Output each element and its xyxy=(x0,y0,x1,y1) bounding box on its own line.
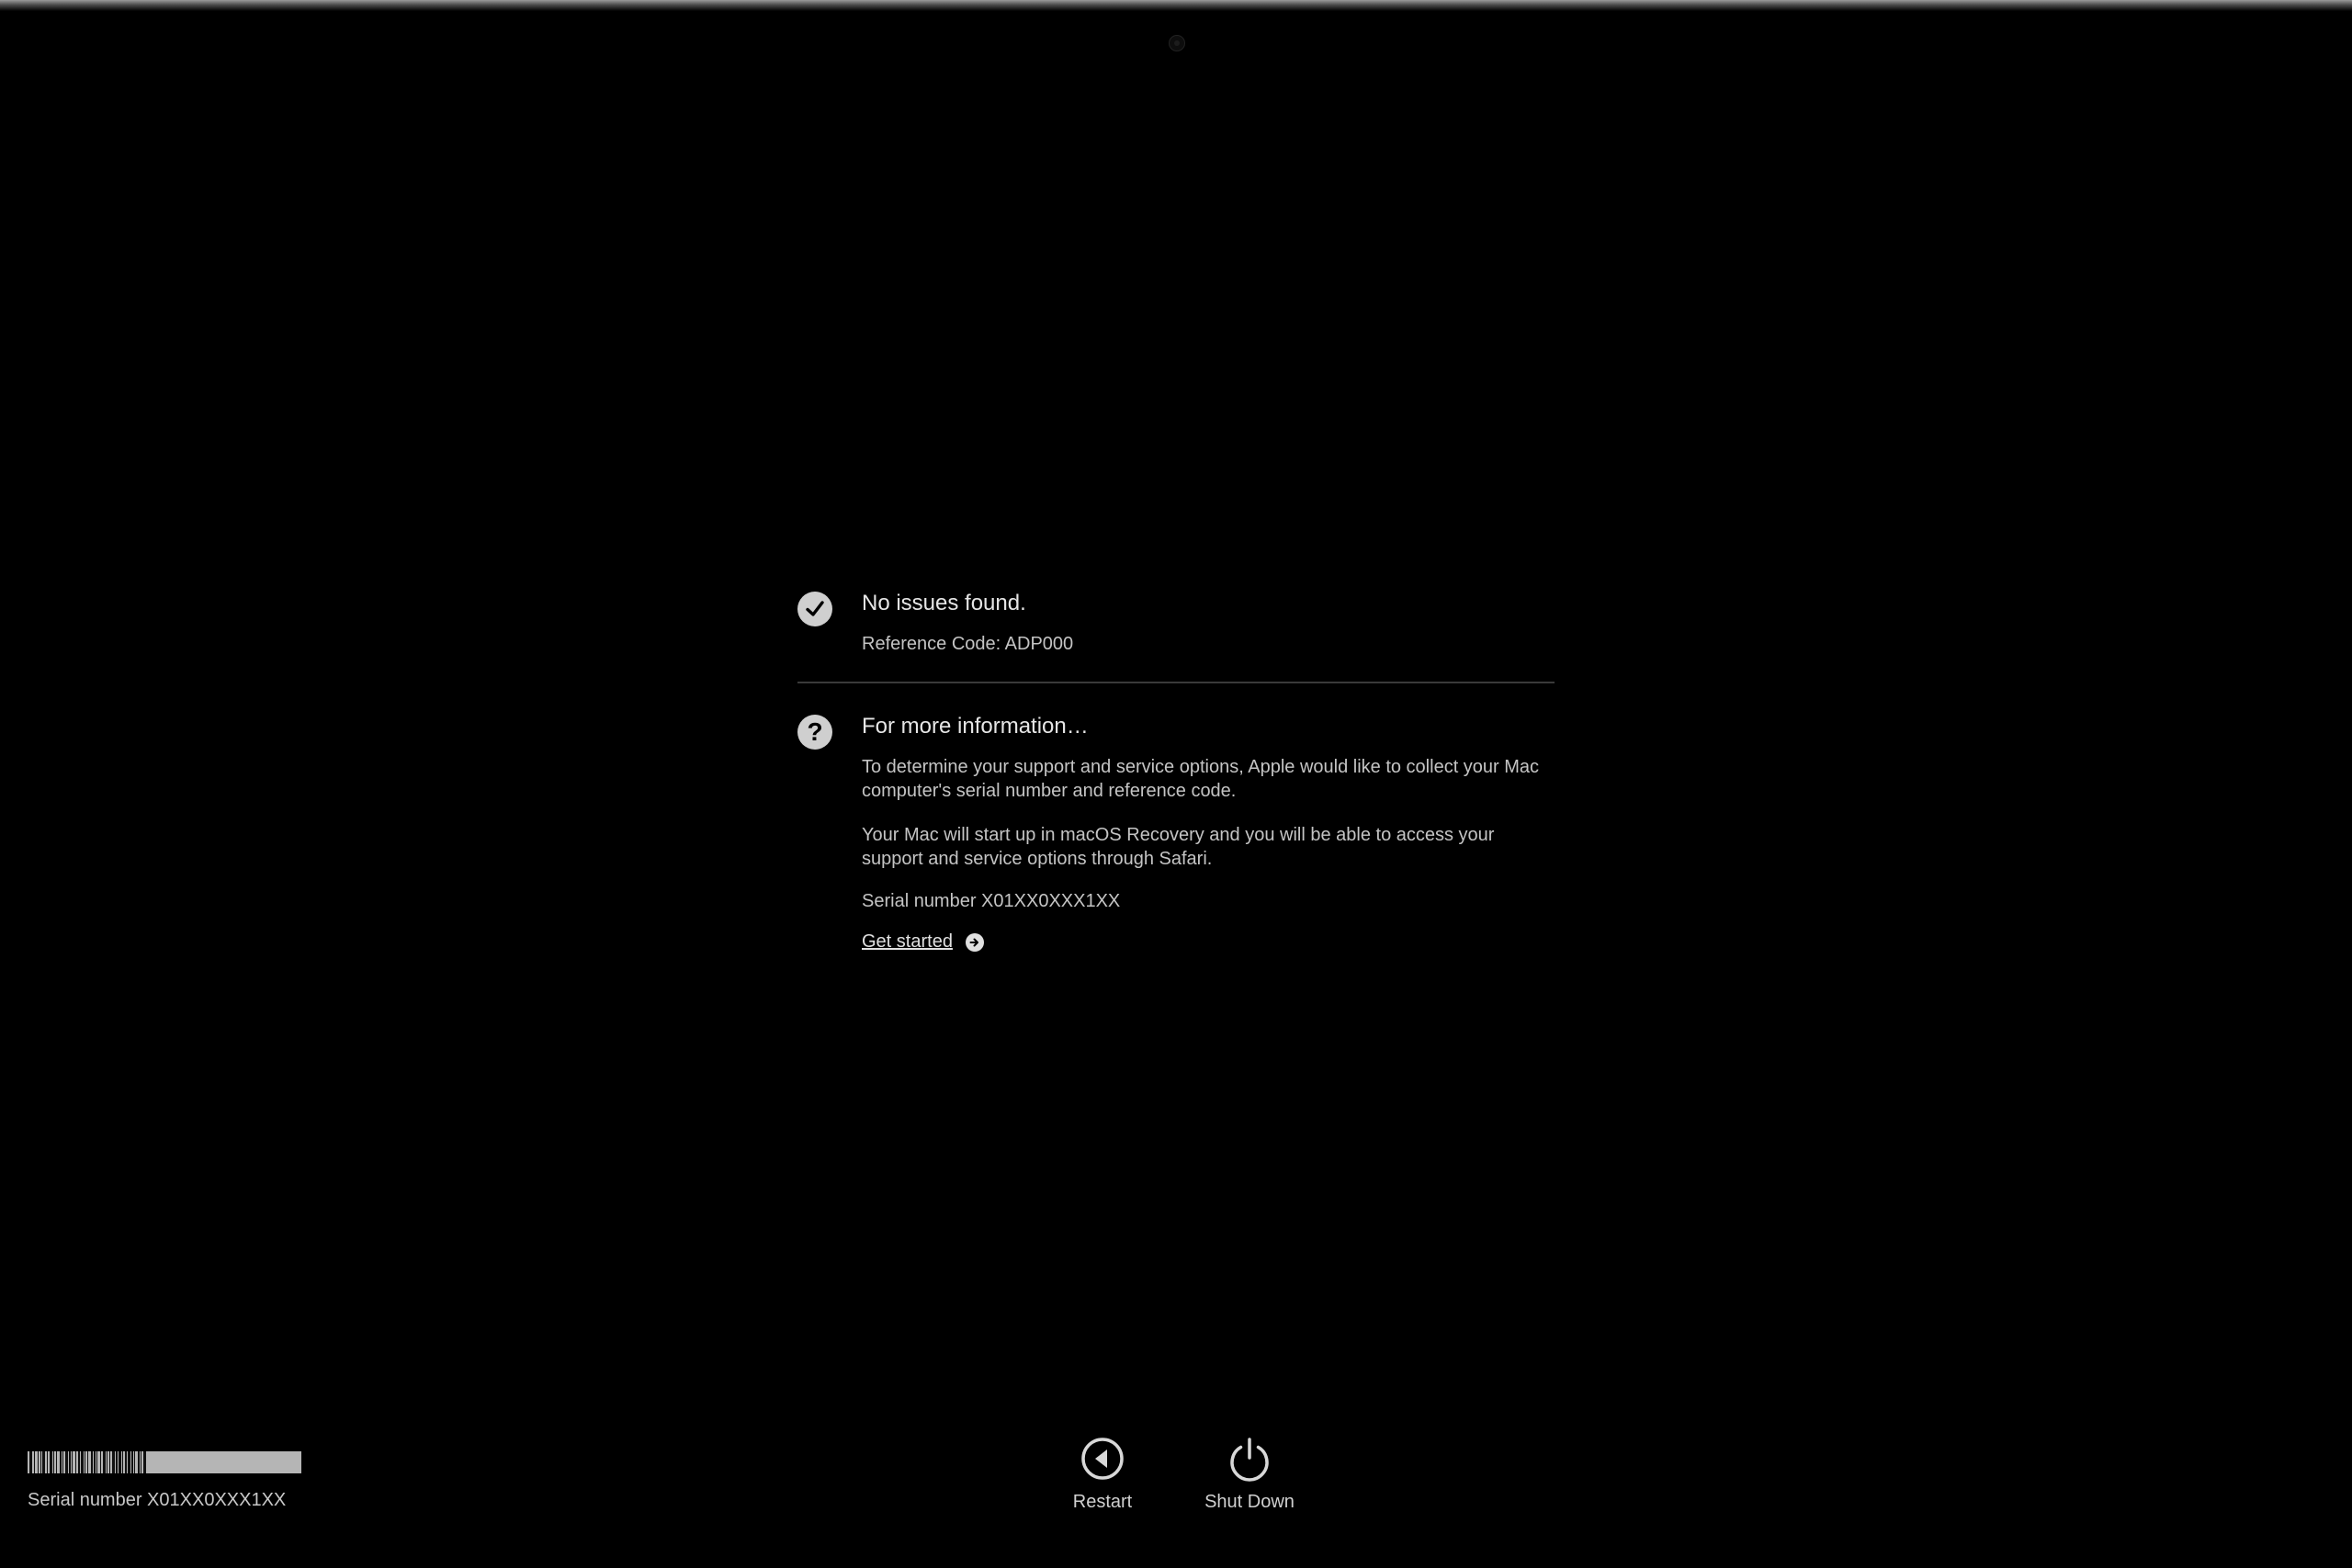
camera-icon xyxy=(1169,35,1185,51)
get-started-link[interactable]: Get started xyxy=(862,931,984,953)
shut-down-label[interactable]: Shut Down xyxy=(1204,1492,1295,1513)
info-heading: For more information… xyxy=(862,714,1089,739)
info-serial-number: Serial number X01XX0XXX1XX xyxy=(862,891,1121,911)
info-paragraph-recovery: Your Mac will start up in macOS Recovery… xyxy=(862,825,1495,869)
question-circle-icon: ? xyxy=(797,715,832,750)
power-controls: Restart Shut Down xyxy=(1057,1433,1295,1513)
shut-down-button[interactable]: Shut Down xyxy=(1204,1433,1295,1513)
serial-footer: Serial number X01XX0XXX1XX xyxy=(28,1451,301,1511)
footer-serial-number: Serial number X01XX0XXX1XX xyxy=(28,1490,287,1510)
info-paragraph-support: To determine your support and service op… xyxy=(862,757,1540,801)
diagnostics-panel: No issues found. Reference Code: ADP000 … xyxy=(797,588,1555,953)
restart-icon[interactable] xyxy=(1077,1433,1128,1484)
power-icon[interactable] xyxy=(1224,1433,1275,1484)
result-section: No issues found. Reference Code: ADP000 xyxy=(797,588,1555,656)
restart-button[interactable]: Restart xyxy=(1057,1433,1148,1513)
checkmark-circle-icon xyxy=(797,592,832,626)
get-started-label[interactable]: Get started xyxy=(862,931,953,953)
reference-code: Reference Code: ADP000 xyxy=(862,634,1074,654)
restart-label[interactable]: Restart xyxy=(1073,1492,1132,1513)
info-section: ? For more information… To determine you… xyxy=(797,711,1555,953)
arrow-right-circle-icon[interactable] xyxy=(965,932,984,952)
barcode-icon xyxy=(28,1451,301,1473)
section-divider xyxy=(797,682,1555,683)
display-bezel xyxy=(0,0,2352,11)
result-heading: No issues found. xyxy=(862,591,1026,615)
